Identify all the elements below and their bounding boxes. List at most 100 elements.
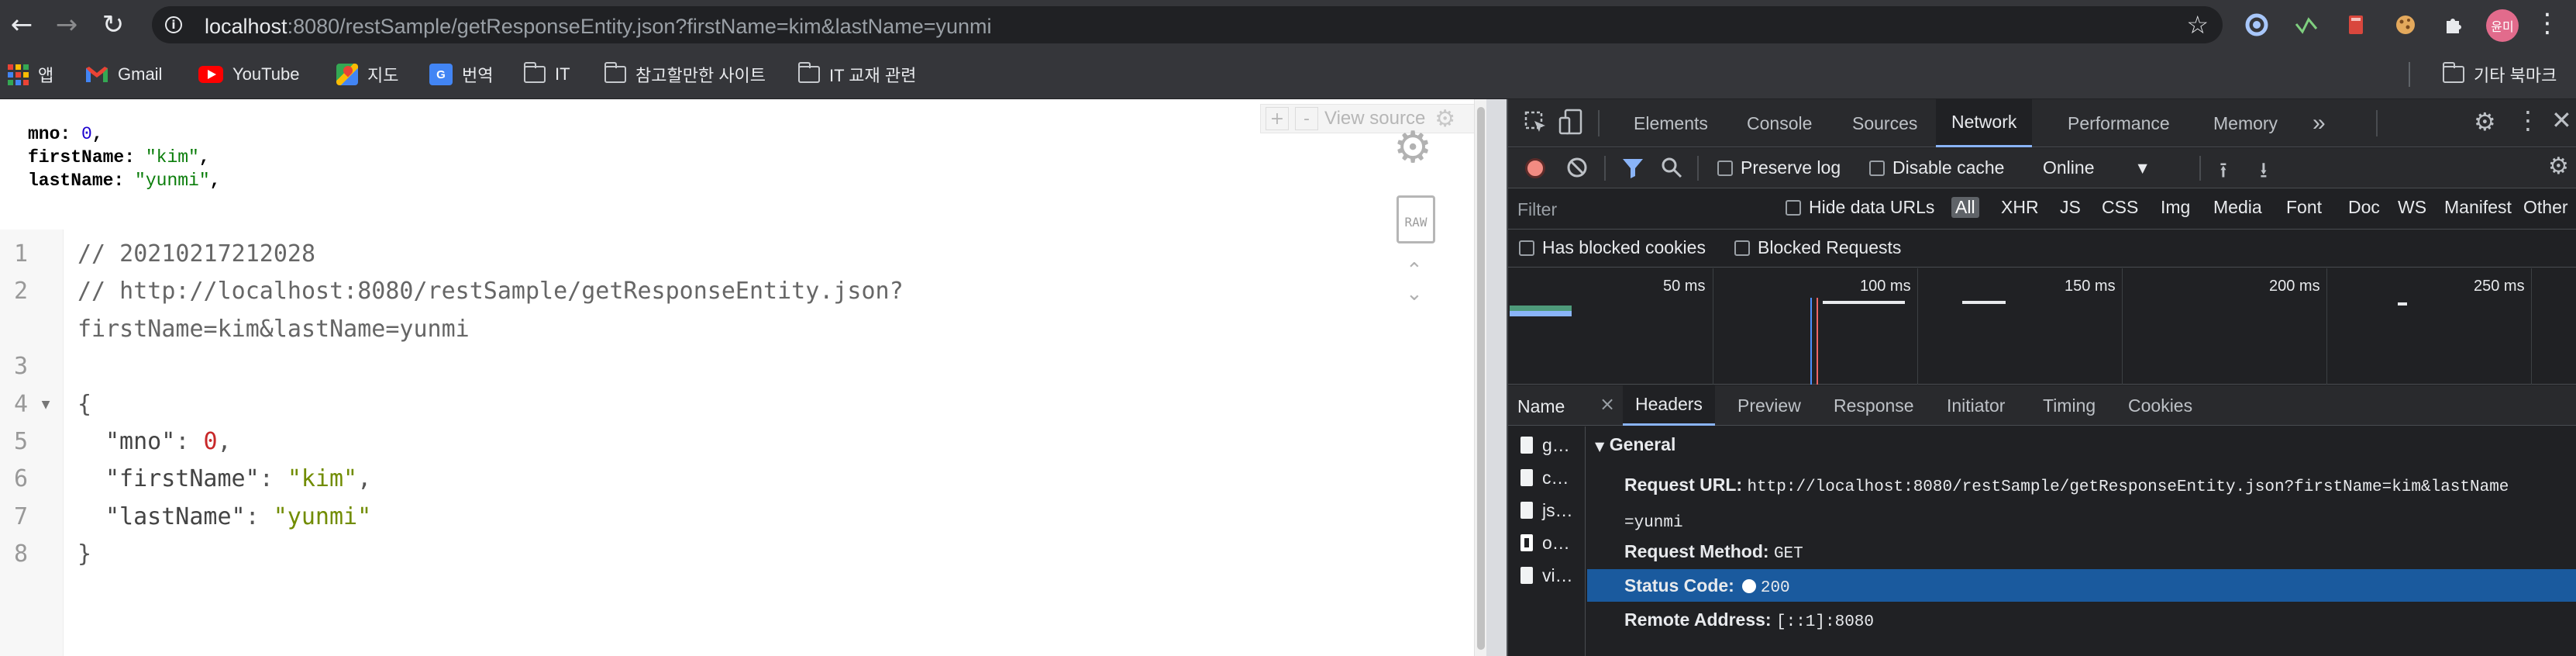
raw-key: lastName (28, 171, 114, 191)
filter-type-css[interactable]: CSS (2102, 197, 2138, 218)
tab-preview[interactable]: Preview (1737, 385, 1801, 426)
settings-gear-icon[interactable]: ⚙ (1393, 123, 1432, 173)
extension-cookie-icon[interactable] (2392, 11, 2419, 39)
bookmark-label: IT (555, 64, 570, 84)
record-button[interactable] (1525, 158, 1545, 178)
bookmark-apps[interactable]: 앱 (8, 60, 53, 88)
throttling-select[interactable]: Online ▼ (2043, 157, 2147, 178)
request-method-row: Request Method: GET (1587, 535, 2576, 571)
has-blocked-cookies-checkbox[interactable]: Has blocked cookies (1519, 237, 1706, 258)
forward-button[interactable]: → (50, 8, 84, 42)
checkbox-label: Hide data URLs (1809, 197, 1935, 217)
profile-avatar[interactable]: 윤미 (2486, 9, 2519, 42)
tab-initiator[interactable]: Initiator (1947, 385, 2005, 426)
status-code-row[interactable]: Status Code: 200 (1587, 569, 2576, 602)
filter-funnel-icon[interactable] (1621, 157, 1644, 182)
filter-type-all[interactable]: All (1951, 197, 1979, 218)
extensions-puzzle-icon[interactable] (2440, 11, 2468, 39)
expand-button[interactable]: + (1266, 107, 1289, 130)
view-source-toolbar: + - View source ⚙ (1260, 104, 1479, 133)
tab-response[interactable]: Response (1834, 385, 1914, 426)
filter-type-xhr[interactable]: XHR (2001, 197, 2039, 218)
tab-timing[interactable]: Timing (2043, 385, 2096, 426)
bookmark-translate[interactable]: G 번역 (429, 60, 493, 88)
more-tabs-icon[interactable]: » (2309, 99, 2329, 147)
request-name: c… (1542, 467, 1569, 488)
tab-performance[interactable]: Performance (2065, 99, 2173, 147)
hide-data-urls-checkbox[interactable]: Hide data URLs (1786, 197, 1934, 218)
request-row[interactable]: c… (1520, 462, 1569, 493)
bookmark-folder-reference[interactable]: 참고할만한 사이트 (604, 60, 766, 88)
raw-value: "yunmi" (135, 171, 210, 191)
request-list: g… c… js… o… vi… (1508, 426, 1586, 656)
bookmark-other[interactable]: 기타 북마크 (2442, 60, 2557, 88)
filter-type-ws[interactable]: WS (2398, 197, 2426, 218)
reload-button[interactable]: ↻ (96, 8, 130, 42)
extension-wave-icon[interactable] (2292, 11, 2320, 39)
fold-toggle-icon[interactable]: ▼ (28, 386, 64, 423)
back-button[interactable]: ← (5, 8, 39, 42)
import-har-icon[interactable]: ⭱ (2220, 154, 2227, 192)
collapse-button[interactable]: - (1295, 107, 1318, 130)
extension-circle-icon[interactable] (2243, 11, 2271, 39)
blocked-requests-checkbox[interactable]: Blocked Requests (1734, 237, 1901, 258)
bookmark-folder-it[interactable]: IT (523, 60, 570, 88)
device-toolbar-icon[interactable] (1558, 109, 1584, 140)
filter-type-other[interactable]: Other (2523, 197, 2568, 218)
folder-icon (797, 62, 820, 83)
filter-type-img[interactable]: Img (2161, 197, 2190, 218)
gear-icon[interactable]: ⚙ (1434, 105, 1455, 133)
network-timeline-overview[interactable]: 50 ms 100 ms 150 ms 200 ms 250 ms (1508, 268, 2576, 385)
tab-sources[interactable]: Sources (1849, 99, 1920, 147)
page-scrollbar[interactable] (1474, 99, 1486, 656)
general-section-toggle[interactable]: ▼ General (1595, 434, 1675, 455)
export-har-icon[interactable]: ⭳ (2260, 154, 2268, 192)
tab-headers[interactable]: Headers (1623, 385, 1715, 426)
throttling-value: Online (2043, 157, 2095, 178)
site-info-icon[interactable]: i (160, 11, 188, 39)
disable-cache-checkbox[interactable]: Disable cache (1869, 157, 2004, 178)
bookmark-label: 지도 (367, 66, 399, 85)
close-devtools-icon[interactable]: ✕ (2551, 105, 2572, 135)
devtools-splitter[interactable] (1486, 99, 1507, 656)
tab-memory[interactable]: Memory (2210, 99, 2281, 147)
menu-kebab-icon[interactable]: ⋮ (2534, 8, 2561, 39)
apps-grid-icon (8, 64, 29, 85)
extension-book-icon[interactable] (2342, 11, 2370, 39)
settings-gear-icon[interactable]: ⚙ (2474, 107, 2496, 136)
request-row[interactable]: js… (1520, 495, 1573, 526)
dom-content-loaded-marker (1810, 298, 1812, 385)
devtools-menu-icon[interactable]: ⋮ (2516, 105, 2540, 135)
filter-type-media[interactable]: Media (2213, 197, 2262, 218)
bookmark-folder-it-textbook[interactable]: IT 교재 관련 (797, 60, 916, 88)
bookmark-maps[interactable]: 지도 (336, 60, 398, 88)
request-details-header: Name × Headers Preview Response Initiato… (1508, 385, 2576, 426)
close-details-icon[interactable]: × (1600, 393, 1615, 415)
timeline-request-bar (1823, 301, 1905, 304)
request-row[interactable]: vi… (1520, 560, 1573, 591)
tab-elements[interactable]: Elements (1631, 99, 1711, 147)
bookmark-gmail[interactable]: Gmail (85, 60, 162, 88)
inspect-element-icon[interactable] (1524, 110, 1548, 138)
name-column-header[interactable]: Name (1517, 396, 1565, 417)
url-text[interactable]: localhost:8080/restSample/getResponseEnt… (205, 15, 992, 39)
tab-console[interactable]: Console (1744, 99, 1815, 147)
request-row[interactable]: g… (1520, 430, 1570, 461)
bookmark-star-icon[interactable]: ☆ (2186, 10, 2209, 40)
clear-icon[interactable] (1565, 156, 1589, 182)
bookmark-youtube[interactable]: YouTube (198, 60, 299, 88)
tab-cookies[interactable]: Cookies (2128, 385, 2192, 426)
search-icon[interactable] (1660, 156, 1683, 182)
filter-type-manifest[interactable]: Manifest (2444, 197, 2512, 218)
filter-type-font[interactable]: Font (2286, 197, 2322, 218)
request-row[interactable]: o… (1520, 527, 1570, 558)
timeline-gridline (2326, 268, 2327, 385)
preserve-log-checkbox[interactable]: Preserve log (1717, 157, 1841, 178)
network-settings-gear-icon[interactable]: ⚙ (2548, 153, 2569, 180)
timeline-label: 50 ms (1663, 278, 1706, 295)
address-bar[interactable]: i localhost:8080/restSample/getResponseE… (152, 6, 2223, 43)
filter-input[interactable]: Filter (1517, 195, 1762, 223)
filter-type-doc[interactable]: Doc (2348, 197, 2380, 218)
filter-type-js[interactable]: JS (2060, 197, 2081, 218)
tab-network[interactable]: Network (1936, 99, 2033, 147)
